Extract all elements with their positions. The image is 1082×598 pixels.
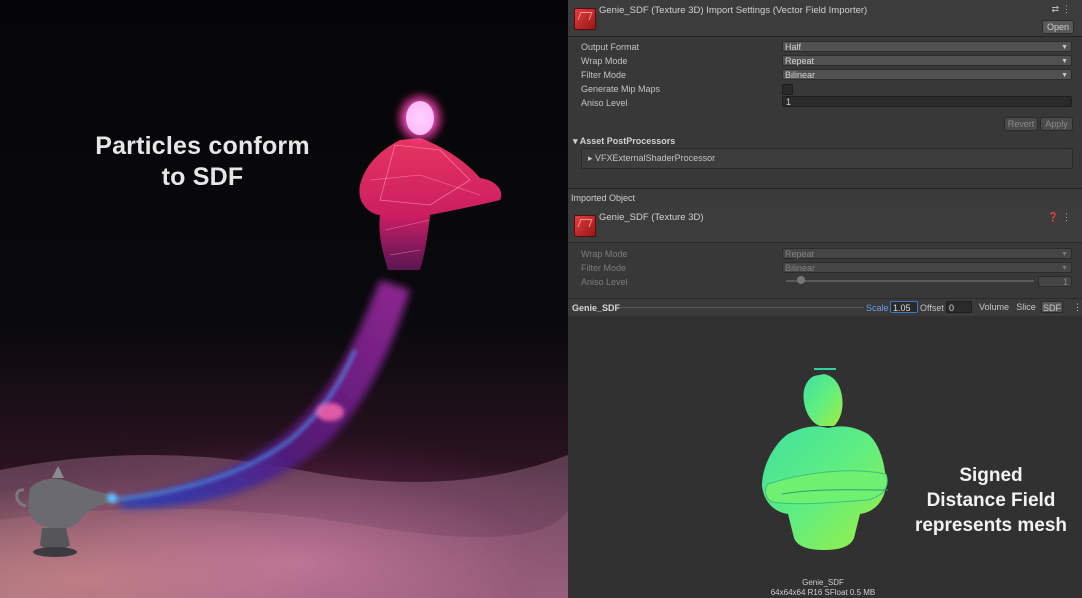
imported-wrap-mode-label: Wrap Mode [581, 249, 628, 259]
open-button[interactable]: Open [1042, 20, 1074, 34]
help-icon[interactable]: ❓ [1048, 212, 1062, 222]
chevron-down-icon: ▼ [1061, 44, 1068, 51]
chevron-down-icon: ▼ [1061, 58, 1068, 65]
imported-filter-mode-dropdown: Bilinear ▼ [782, 262, 1072, 273]
asset-postprocessors-title: Asset PostProcessors [579, 136, 676, 146]
texture3d-icon [574, 215, 596, 237]
chevron-down-icon: ▼ [1061, 265, 1068, 272]
preview-drag-bar[interactable] [620, 307, 864, 308]
sdf-mode-button[interactable]: SDF [1041, 301, 1063, 313]
filter-mode-value: Bilinear [785, 70, 816, 80]
foldout-arrow-icon: ▸ [588, 153, 593, 163]
aniso-level-slider-track [786, 280, 1034, 282]
screenshot-root: Particles conform to SDF Genie_SDF (Text… [0, 0, 1082, 598]
imported-filter-mode-value: Bilinear [785, 263, 816, 273]
chevron-down-icon: ▼ [1061, 72, 1068, 79]
object-header-icons: ❓⋮ [1048, 212, 1074, 223]
scale-label: Scale [866, 303, 889, 313]
imported-wrap-mode-dropdown: Repeat ▼ [782, 248, 1072, 259]
imported-object-header: Imported Object [568, 189, 1082, 207]
slice-mode-button[interactable]: Slice [1014, 301, 1038, 313]
wrap-mode-dropdown[interactable]: Repeat ▼ [782, 55, 1072, 66]
foldout-arrow-icon: ▾ [573, 136, 578, 146]
filter-mode-dropdown[interactable]: Bilinear ▼ [782, 69, 1072, 80]
output-format-value: Half [785, 42, 802, 52]
vfx-render-viewport: Particles conform to SDF [0, 0, 568, 598]
imported-wrap-mode-value: Repeat [785, 249, 815, 259]
sand-dunes [0, 455, 568, 598]
imported-filter-mode-label: Filter Mode [581, 263, 627, 273]
generate-mip-maps-checkbox[interactable] [782, 84, 793, 95]
preview-name: Genie_SDF [572, 303, 621, 313]
output-format-label: Output Format [581, 42, 640, 52]
header-icons: ⇄⋮ [1051, 4, 1074, 15]
kebab-menu-icon[interactable]: ⋮ [1073, 302, 1082, 313]
asset-postprocessors-header[interactable]: ▾ Asset PostProcessors [573, 136, 675, 147]
chevron-down-icon: ▼ [1061, 251, 1068, 258]
preview-info-name: Genie_SDF [802, 578, 844, 587]
import-settings-header: Genie_SDF (Texture 3D) Import Settings (… [568, 0, 1082, 37]
imported-aniso-level-field: 1 [1038, 276, 1072, 287]
wrap-mode-label: Wrap Mode [581, 56, 628, 66]
render-overlay-text: Particles conform to SDF [95, 132, 310, 191]
inspector-panel: Genie_SDF (Texture 3D) Import Settings (… [568, 0, 1082, 598]
smoke-puff [316, 403, 344, 421]
aniso-level-slider-thumb [797, 276, 805, 284]
imported-aniso-level-label: Aniso Level [581, 277, 628, 287]
preview-info-details: 64x64x64 R16 SFloat 0.5 MB [770, 588, 876, 597]
output-format-dropdown[interactable]: Half ▼ [782, 41, 1072, 52]
import-settings-title: Genie_SDF (Texture 3D) Import Settings (… [599, 5, 868, 16]
texture3d-object-title: Genie_SDF (Texture 3D) [599, 212, 704, 223]
genie-particle-render [0, 90, 568, 598]
texture3d-icon [574, 8, 596, 30]
wrap-mode-value: Repeat [785, 56, 815, 66]
postprocessor-item-label: VFXExternalShaderProcessor [595, 153, 716, 163]
postprocessor-item[interactable]: ▸ VFXExternalShaderProcessor [588, 153, 715, 164]
aniso-level-label: Aniso Level [581, 98, 628, 108]
imported-object-title: Imported Object [571, 193, 636, 203]
revert-button[interactable]: Revert [1004, 117, 1038, 131]
aniso-level-field[interactable]: 1 [782, 96, 1072, 107]
texture3d-object-header: Genie_SDF (Texture 3D) ❓⋮ [568, 207, 1082, 243]
preview-toolbar: Genie_SDF Scale 1.05 Offset 0 Volume Sli… [568, 298, 1082, 317]
sdf-preview-area[interactable]: Signed Distance Field represents mesh Ge… [568, 316, 1082, 598]
scale-field[interactable]: 1.05 [890, 301, 918, 313]
generate-mip-maps-label: Generate Mip Maps [581, 84, 661, 94]
kebab-menu-icon[interactable]: ⋮ [1062, 4, 1074, 14]
settings-icon[interactable]: ⇄ [1051, 4, 1062, 14]
offset-field[interactable]: 0 [946, 301, 972, 313]
postprocessor-list: ▸ VFXExternalShaderProcessor [581, 148, 1073, 169]
offset-label: Offset [920, 303, 944, 313]
volume-mode-button[interactable]: Volume [978, 301, 1010, 313]
sdf-bust [762, 368, 889, 550]
kebab-menu-icon[interactable]: ⋮ [1062, 212, 1074, 222]
sdf-overlay-caption: Signed Distance Field represents mesh [914, 465, 1068, 536]
genie-head [406, 101, 434, 135]
sdf-mesh-preview [762, 368, 889, 550]
filter-mode-label: Filter Mode [581, 70, 627, 80]
apply-button[interactable]: Apply [1040, 117, 1073, 131]
